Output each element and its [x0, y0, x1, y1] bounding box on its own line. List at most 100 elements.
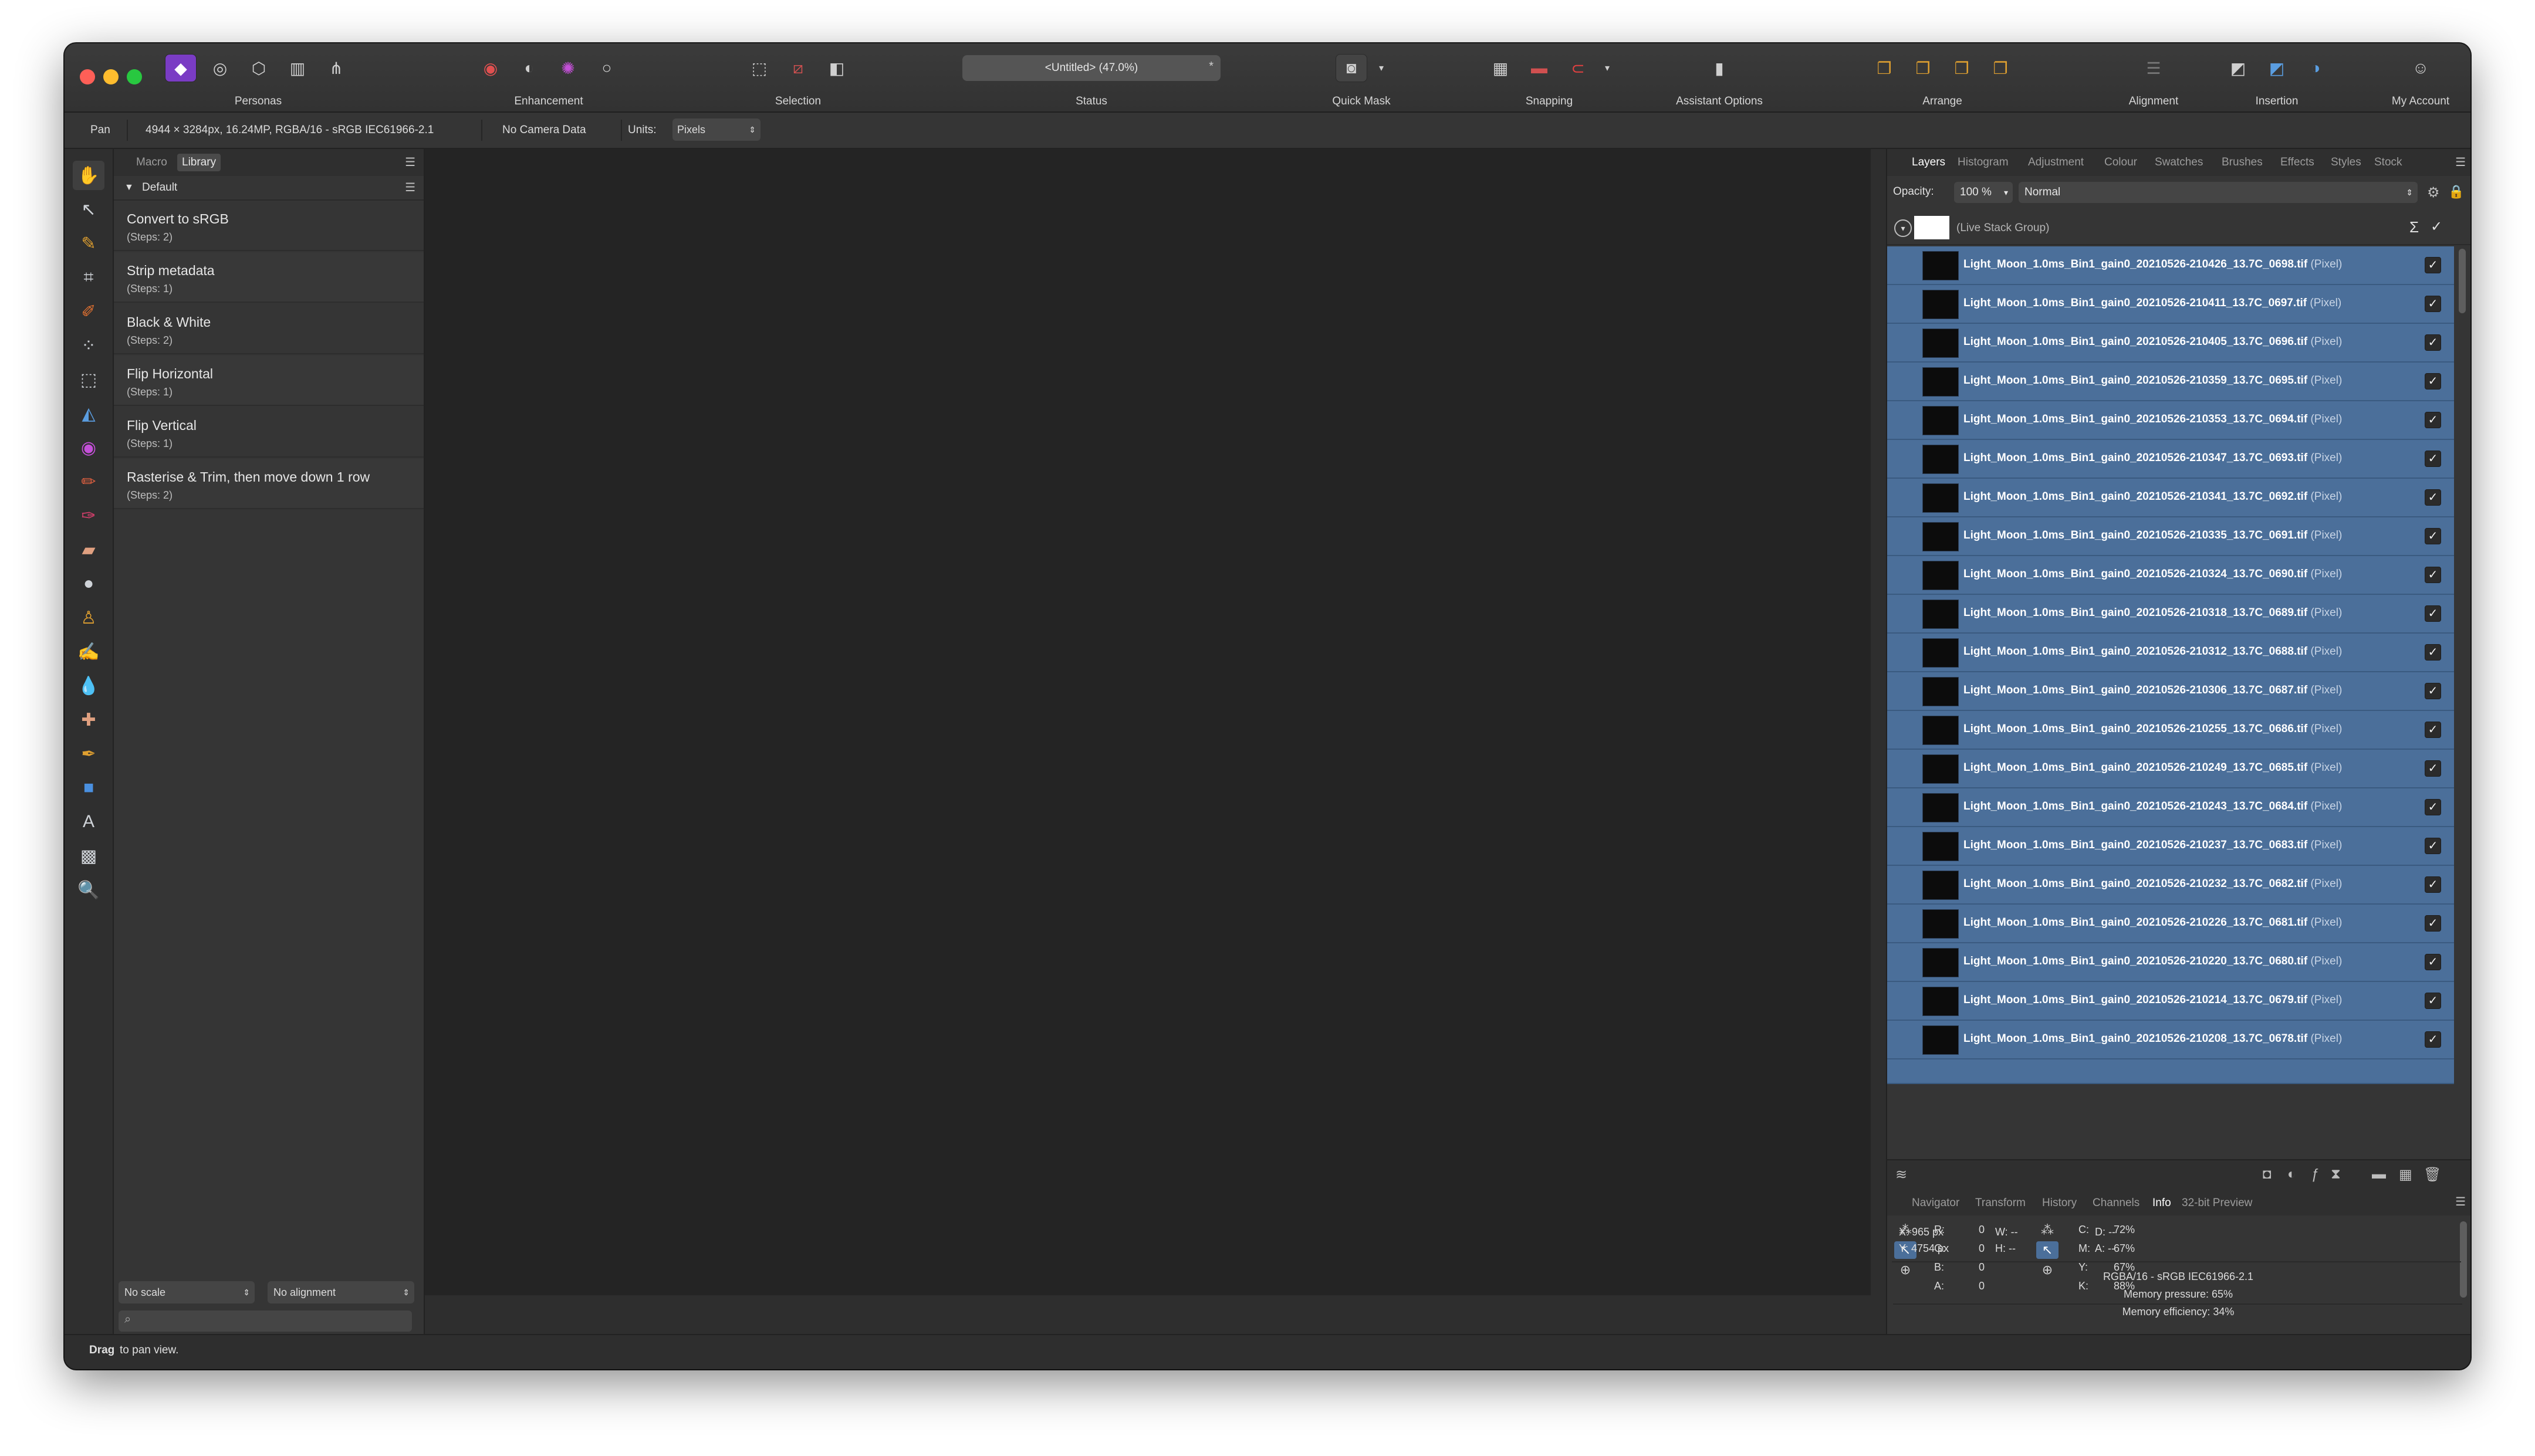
- macro-item[interactable]: Flip Horizontal (Steps: 1): [114, 355, 424, 406]
- layer-row[interactable]: Light_Moon_1.0ms_Bin1_gain0_20210526-210…: [1887, 982, 2454, 1021]
- layer-visibility-checkbox[interactable]: ✓: [2425, 915, 2441, 932]
- photo-persona-icon[interactable]: ◆: [165, 54, 197, 82]
- category-menu-icon[interactable]: ☰: [405, 176, 415, 199]
- layer-row[interactable]: Light_Moon_1.0ms_Bin1_gain0_20210526-210…: [1887, 711, 2454, 750]
- export-persona-icon[interactable]: ⋔: [321, 55, 351, 82]
- layer-visibility-checkbox[interactable]: ✓: [2425, 567, 2441, 583]
- layer-visibility-checkbox[interactable]: ✓: [2425, 876, 2441, 893]
- macro-item[interactable]: Rasterise & Trim, then move down 1 row (…: [114, 459, 424, 509]
- layers-stack-icon[interactable]: ≋: [1895, 1166, 1907, 1183]
- gradient-tool-icon[interactable]: ◉: [73, 433, 104, 462]
- layer-visibility-checkbox[interactable]: ✓: [2425, 838, 2441, 854]
- close-window-button[interactable]: [80, 69, 95, 84]
- crop-tool-icon[interactable]: ⌗: [73, 263, 104, 292]
- tab-transform[interactable]: Transform: [1975, 1194, 2026, 1212]
- tab-effects[interactable]: Effects: [2280, 154, 2314, 171]
- tab-info[interactable]: Info: [2152, 1194, 2171, 1212]
- library-category[interactable]: ▼ Default ☰: [114, 176, 424, 201]
- layer-row[interactable]: Light_Moon_1.0ms_Bin1_gain0_20210526-210…: [1887, 479, 2454, 517]
- tab-brushes[interactable]: Brushes: [2222, 154, 2263, 171]
- layer-row[interactable]: Light_Moon_1.0ms_Bin1_gain0_20210526-210…: [1887, 788, 2454, 827]
- layer-visibility-checkbox[interactable]: ✓: [2425, 528, 2441, 544]
- layer-visibility-checkbox[interactable]: ✓: [2425, 296, 2441, 312]
- insert-inside-icon[interactable]: ◑: [2300, 55, 2331, 82]
- clone-tool-icon[interactable]: ♙: [73, 603, 104, 632]
- trash-icon[interactable]: 🗑: [2424, 1166, 2441, 1183]
- layer-visibility-checkbox[interactable]: ✓: [2425, 644, 2441, 661]
- layer-row[interactable]: Light_Moon_1.0ms_Bin1_gain0_20210526-210…: [1887, 363, 2454, 401]
- gear-icon[interactable]: ⚙: [2427, 184, 2440, 201]
- tab-32bit-preview[interactable]: 32-bit Preview: [2182, 1194, 2252, 1212]
- insert-top-icon[interactable]: ◩: [2262, 55, 2292, 82]
- layer-row[interactable]: Light_Moon_1.0ms_Bin1_gain0_20210526-210…: [1887, 943, 2454, 982]
- layer-row[interactable]: Light_Moon_1.0ms_Bin1_gain0_20210526-210…: [1887, 285, 2454, 324]
- tab-stock[interactable]: Stock: [2374, 154, 2402, 171]
- panel-menu-icon[interactable]: ☰: [405, 155, 415, 170]
- move-tool-icon[interactable]: ↖: [73, 195, 104, 224]
- macro-item[interactable]: Convert to sRGB (Steps: 2): [114, 201, 424, 251]
- layer-visibility-checkbox[interactable]: ✓: [2425, 993, 2441, 1009]
- disclosure-triangle-icon[interactable]: ▼: [124, 176, 134, 199]
- lock-icon[interactable]: 🔒: [2448, 184, 2464, 199]
- grid-snap-icon[interactable]: ▦: [1485, 55, 1516, 82]
- tab-adjustment[interactable]: Adjustment: [2028, 154, 2084, 171]
- tone-map-persona-icon[interactable]: ▥: [282, 55, 313, 82]
- layers-scrollbar[interactable]: [2459, 249, 2466, 313]
- library-search-input[interactable]: ⌕: [119, 1311, 412, 1332]
- snapping-dropdown-icon[interactable]: ▾: [1601, 55, 1613, 82]
- pen-tool-icon[interactable]: ✒: [73, 739, 104, 768]
- invert-selection-icon[interactable]: ◧: [822, 55, 852, 82]
- layer-row[interactable]: Light_Moon_1.0ms_Bin1_gain0_20210526-210…: [1887, 595, 2454, 634]
- layer-visibility-checkbox[interactable]: ✓: [2425, 451, 2441, 467]
- layer-visibility-checkbox[interactable]: ✓: [2425, 760, 2441, 777]
- layer-row[interactable]: Light_Moon_1.0ms_Bin1_gain0_20210526-210…: [1887, 517, 2454, 556]
- group-expand-icon[interactable]: ▾: [1894, 219, 1912, 237]
- group-folder-icon[interactable]: ▬: [2372, 1166, 2386, 1183]
- tab-library[interactable]: Library: [177, 154, 221, 171]
- layer-row[interactable]: Light_Moon_1.0ms_Bin1_gain0_20210526-210…: [1887, 440, 2454, 479]
- layer-row[interactable]: Light_Moon_1.0ms_Bin1_gain0_20210526-210…: [1887, 401, 2454, 440]
- black-white-icon[interactable]: ◐: [514, 55, 545, 82]
- zoom-window-button[interactable]: [127, 69, 142, 84]
- liquify-persona-icon[interactable]: ◎: [205, 55, 235, 82]
- fx-icon[interactable]: ƒ: [2311, 1166, 2318, 1183]
- panel-menu-icon[interactable]: ☰: [2455, 1194, 2466, 1209]
- mesh-warp-tool-icon[interactable]: ▩: [73, 841, 104, 871]
- rectangle-tool-icon[interactable]: ■: [73, 773, 104, 803]
- blur-tool-icon[interactable]: 💧: [73, 671, 104, 700]
- mask-layer-icon[interactable]: ◘: [2263, 1166, 2272, 1183]
- color-picker-tool-icon[interactable]: ✎: [73, 229, 104, 258]
- layer-row[interactable]: Light_Moon_1.0ms_Bin1_gain0_20210526-210…: [1887, 246, 2454, 285]
- tab-history[interactable]: History: [2042, 1194, 2077, 1212]
- levels-icon[interactable]: ◉: [475, 55, 506, 82]
- tab-navigator[interactable]: Navigator: [1912, 1194, 1959, 1212]
- layer-visibility-checkbox[interactable]: ✓: [2425, 605, 2441, 622]
- layer-visibility-checkbox[interactable]: ✓: [2425, 257, 2441, 273]
- quick-mask-dropdown-icon[interactable]: ▾: [1375, 55, 1387, 82]
- paint-brush-tool-icon[interactable]: ✏: [73, 467, 104, 496]
- live-filter-icon[interactable]: ⧗: [2331, 1166, 2341, 1183]
- layer-row[interactable]: Light_Moon_1.0ms_Bin1_gain0_20210526-210…: [1887, 750, 2454, 788]
- marquee-tool-icon[interactable]: ⬚: [73, 365, 104, 394]
- layer-row-partial[interactable]: [1887, 1059, 2454, 1084]
- tab-channels[interactable]: Channels: [2093, 1194, 2139, 1212]
- erase-tool-icon[interactable]: ▰: [73, 535, 104, 564]
- layer-row[interactable]: Light_Moon_1.0ms_Bin1_gain0_20210526-210…: [1887, 672, 2454, 711]
- minimize-window-button[interactable]: [103, 69, 119, 84]
- layer-row[interactable]: Light_Moon_1.0ms_Bin1_gain0_20210526-210…: [1887, 905, 2454, 943]
- layer-visibility-checkbox[interactable]: ✓: [2425, 722, 2441, 738]
- document-status[interactable]: <Untitled> (47.0%) *: [962, 55, 1221, 81]
- macro-item[interactable]: Strip metadata (Steps: 1): [114, 252, 424, 303]
- deselect-icon[interactable]: ⧄: [783, 55, 813, 82]
- macro-item[interactable]: Black & White (Steps: 2): [114, 304, 424, 354]
- color-replace-tool-icon[interactable]: ✑: [73, 501, 104, 530]
- snapping-magnet-icon[interactable]: ⊂: [1563, 55, 1593, 82]
- develop-persona-icon[interactable]: ⬡: [244, 55, 274, 82]
- flood-select-tool-icon[interactable]: ⁘: [73, 331, 104, 360]
- view-tool-hand-icon[interactable]: ✋: [73, 161, 104, 190]
- layer-row[interactable]: Light_Moon_1.0ms_Bin1_gain0_20210526-210…: [1887, 634, 2454, 672]
- layer-visibility-checkbox[interactable]: ✓: [2425, 334, 2441, 351]
- layer-visibility-checkbox[interactable]: ✓: [2425, 799, 2441, 815]
- layer-row[interactable]: Light_Moon_1.0ms_Bin1_gain0_20210526-210…: [1887, 556, 2454, 595]
- layer-row[interactable]: Light_Moon_1.0ms_Bin1_gain0_20210526-210…: [1887, 866, 2454, 905]
